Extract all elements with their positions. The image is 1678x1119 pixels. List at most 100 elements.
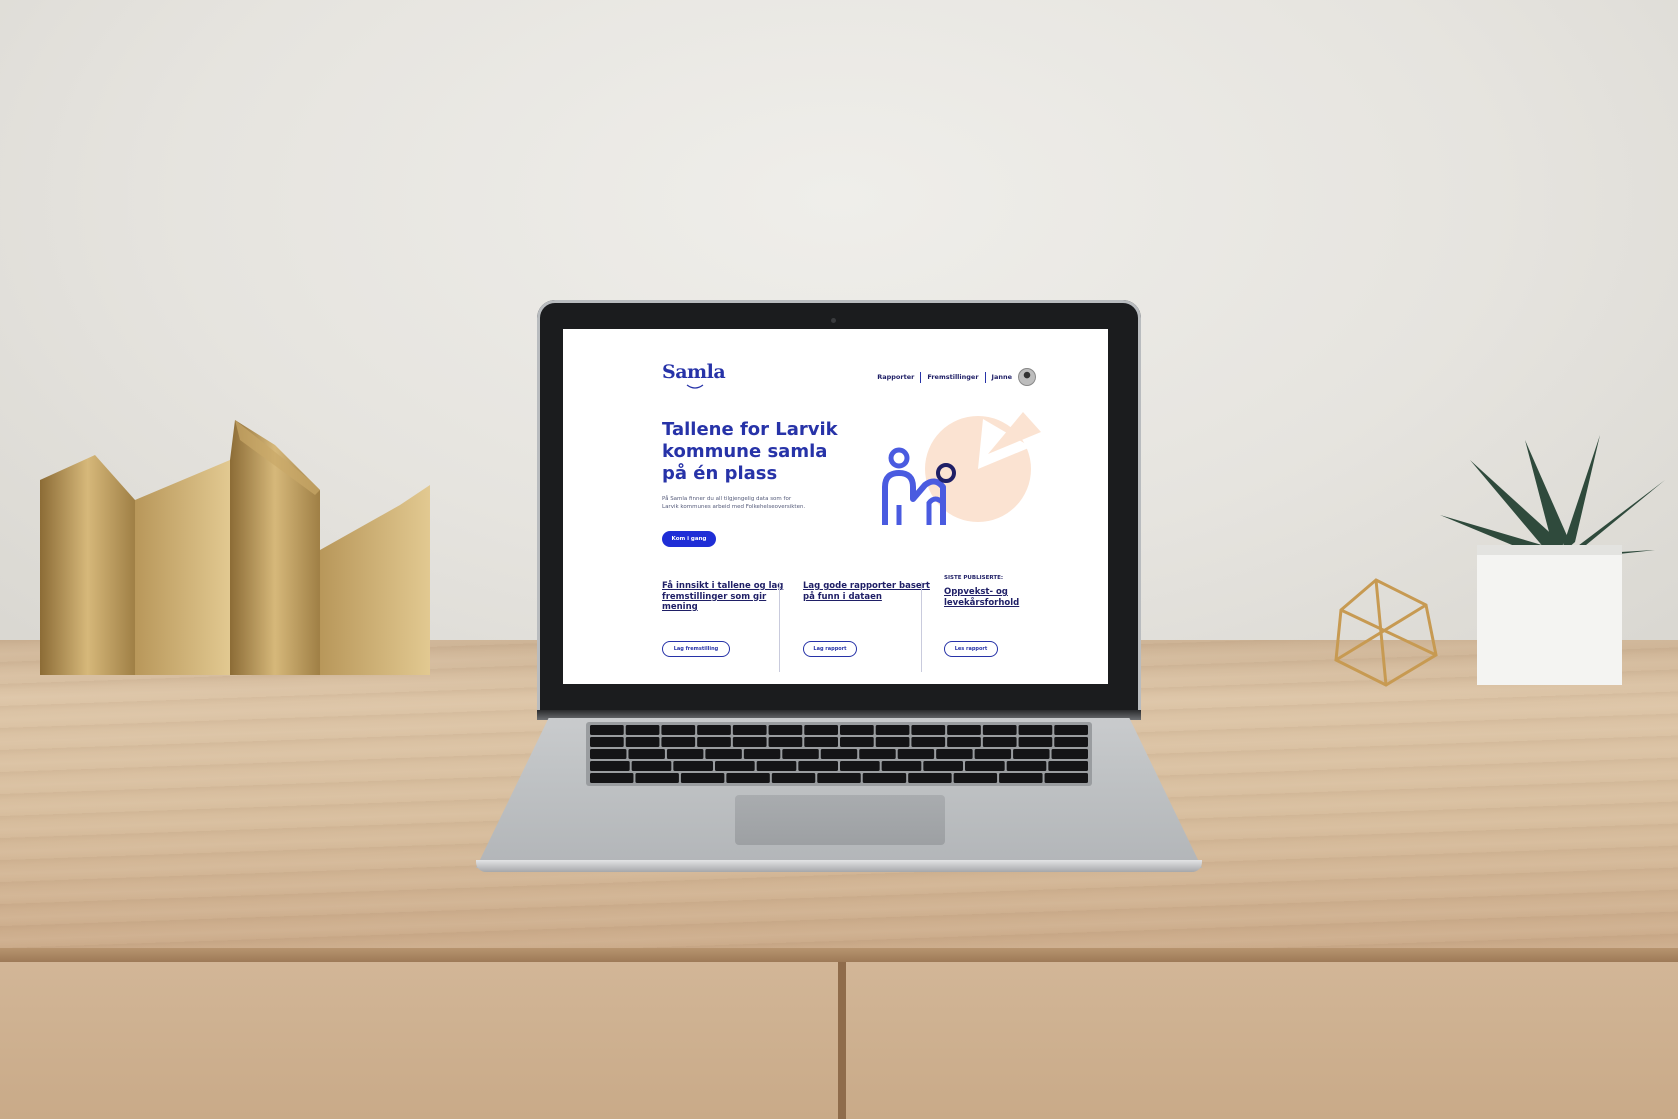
keyboard-key[interactable]	[974, 749, 1012, 759]
keyboard-key[interactable]	[999, 773, 1043, 783]
nav-rapporter-link[interactable]: Rapporter	[877, 373, 914, 381]
keyboard-key[interactable]	[840, 725, 874, 735]
keyboard-key[interactable]	[697, 725, 731, 735]
keyboard-key[interactable]	[1051, 749, 1088, 759]
keyboard-key[interactable]	[1018, 725, 1053, 735]
keyboard-key[interactable]	[840, 761, 880, 771]
keyboard-key[interactable]	[590, 725, 624, 735]
keyboard-key[interactable]	[1054, 725, 1088, 735]
get-started-button[interactable]: Kom i gang	[662, 531, 716, 547]
keyboard-key[interactable]	[908, 773, 952, 783]
keyboard-key[interactable]	[911, 725, 946, 735]
desk-drawer-right	[846, 962, 1678, 1119]
keyboard-key[interactable]	[1006, 761, 1047, 771]
keyboard-key[interactable]	[953, 773, 998, 783]
logo-swoosh-icon	[686, 384, 704, 389]
keyboard-key[interactable]	[673, 761, 713, 771]
keyboard-key[interactable]	[590, 761, 630, 771]
people-pie-illustration	[882, 412, 1041, 525]
keyboard-key[interactable]	[947, 725, 981, 735]
keyboard-key[interactable]	[923, 761, 963, 771]
keyboard-key[interactable]	[820, 749, 858, 759]
trackpad[interactable]	[735, 795, 945, 845]
keyboard-key[interactable]	[768, 737, 803, 747]
user-avatar-icon[interactable]	[1018, 368, 1036, 386]
keyboard-key[interactable]	[705, 749, 742, 759]
desk-drawer-left	[0, 962, 838, 1119]
feature-heading[interactable]: Lag gode rapporter basert på funn i data…	[803, 581, 933, 602]
column-divider	[779, 582, 780, 672]
keyboard-key[interactable]	[1054, 737, 1088, 747]
desk-edge	[0, 948, 1678, 962]
keyboard-key[interactable]	[625, 725, 660, 735]
keyboard-key[interactable]	[1048, 761, 1088, 771]
keyboard-key[interactable]	[1044, 773, 1088, 783]
nav-separator	[984, 371, 986, 383]
nav-user-name[interactable]: Janne	[992, 373, 1012, 381]
laptop-front-edge	[476, 860, 1202, 872]
hero-subtitle: På Samla finner du all tilgjengelig data…	[662, 496, 806, 510]
samla-logo[interactable]: Samla	[662, 361, 726, 383]
keyboard-key[interactable]	[732, 737, 767, 747]
top-nav: Rapporter Fremstillinger Janne	[877, 368, 1036, 386]
geometric-ornament-decor	[1334, 578, 1438, 687]
lag-fremstilling-button[interactable]: Lag fremstilling	[662, 641, 730, 657]
latest-published-column: SISTE PUBLISERTE: Oppvekst- og levekårsf…	[944, 575, 1074, 608]
keyboard-key[interactable]	[732, 725, 767, 735]
keyboard-key[interactable]	[768, 725, 803, 735]
potted-plant-decor	[1440, 435, 1665, 685]
hero-title: Tallene for Larvik kommune samla på én p…	[662, 419, 838, 484]
keyboard-key[interactable]	[661, 737, 696, 747]
keyboard-key[interactable]	[862, 773, 907, 783]
brass-vase-decor	[40, 420, 430, 675]
keyboard-key[interactable]	[965, 761, 1005, 771]
keyboard-key[interactable]	[897, 749, 935, 759]
keyboard-key[interactable]	[875, 725, 910, 735]
keyboard-key[interactable]	[1018, 737, 1053, 747]
nav-fremstillinger-link[interactable]: Fremstillinger	[927, 373, 978, 381]
keyboard-key[interactable]	[625, 737, 660, 747]
keyboard-key[interactable]	[628, 749, 665, 759]
keyboard-key[interactable]	[756, 761, 797, 771]
latest-report-link[interactable]: Oppvekst- og levekårsforhold	[944, 587, 1039, 608]
keyboard-key[interactable]	[1013, 749, 1050, 759]
column-divider	[921, 582, 922, 672]
drawer-gap	[838, 962, 846, 1119]
keyboard-key[interactable]	[947, 737, 981, 747]
keyboard-key[interactable]	[881, 761, 922, 771]
keyboard-key[interactable]	[715, 761, 755, 771]
feature-heading[interactable]: Få innsikt i tallene og lag fremstilling…	[662, 581, 792, 613]
keyboard-key[interactable]	[817, 773, 861, 783]
keyboard-key[interactable]	[631, 761, 672, 771]
les-rapport-button[interactable]: Les rapport	[944, 641, 998, 657]
keyboard-key[interactable]	[936, 749, 973, 759]
lag-rapport-button[interactable]: Lag rapport	[803, 641, 857, 657]
keyboard[interactable]	[586, 722, 1092, 786]
keyboard-key[interactable]	[782, 749, 819, 759]
keyboard-key[interactable]	[590, 773, 634, 783]
camera-icon	[831, 318, 836, 323]
keyboard-key[interactable]	[875, 737, 910, 747]
keyboard-key[interactable]	[590, 749, 627, 759]
keyboard-key[interactable]	[982, 725, 1017, 735]
keyboard-key[interactable]	[697, 737, 731, 747]
keyboard-key[interactable]	[840, 737, 874, 747]
latest-published-label: SISTE PUBLISERTE:	[944, 575, 1004, 581]
keyboard-key[interactable]	[680, 773, 725, 783]
nav-separator	[920, 371, 922, 383]
keyboard-key[interactable]	[666, 749, 704, 759]
keyboard-key[interactable]	[771, 773, 816, 783]
keyboard-key[interactable]	[661, 725, 696, 735]
keyboard-key[interactable]	[911, 737, 946, 747]
keyboard-key[interactable]	[726, 773, 770, 783]
keyboard-key[interactable]	[804, 737, 838, 747]
keyboard-key[interactable]	[804, 725, 838, 735]
keyboard-key[interactable]	[635, 773, 679, 783]
keyboard-key[interactable]	[798, 761, 838, 771]
keyboard-key[interactable]	[590, 737, 624, 747]
feature-column-fremstilling: Få innsikt i tallene og lag fremstilling…	[662, 581, 792, 613]
feature-column-rapport: Lag gode rapporter basert på funn i data…	[803, 581, 933, 602]
keyboard-key[interactable]	[743, 749, 781, 759]
keyboard-key[interactable]	[982, 737, 1017, 747]
keyboard-key[interactable]	[859, 749, 896, 759]
